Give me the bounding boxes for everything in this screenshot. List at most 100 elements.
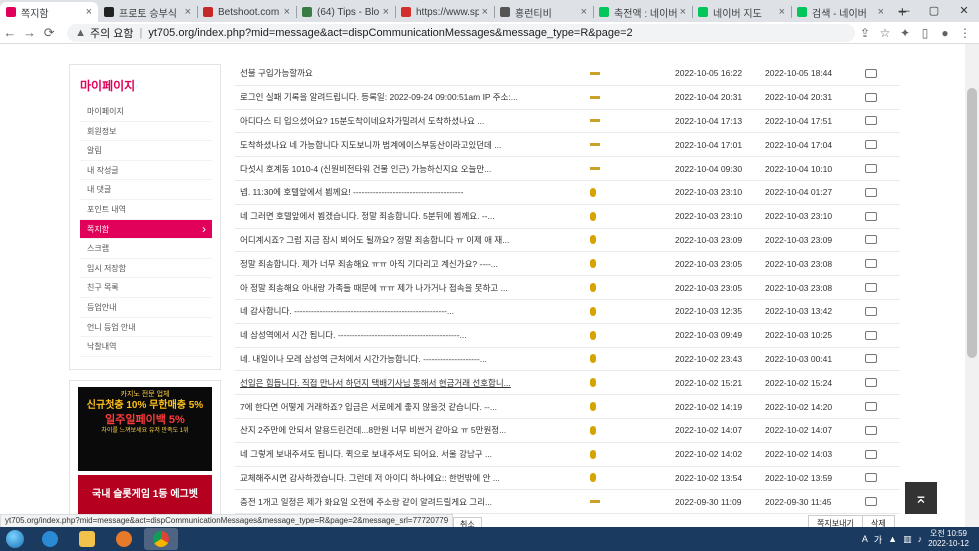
sender-cell[interactable] <box>590 95 675 99</box>
sender-cell[interactable] <box>590 283 675 293</box>
send-message-button[interactable]: 쪽지보내기 <box>808 515 863 527</box>
row-checkbox[interactable] <box>865 187 877 197</box>
close-tab-icon[interactable]: × <box>680 6 686 18</box>
extensions-icon[interactable]: ✦ <box>895 26 915 40</box>
row-checkbox[interactable] <box>865 425 877 435</box>
sidebar-item[interactable]: 알림 <box>80 141 212 161</box>
message-title-link[interactable]: 산지 2주만에 안되서 알용드린건데...8만원 너무 비싼거 같아요 ㅠ 5만… <box>235 424 590 436</box>
row-checkbox[interactable] <box>865 68 877 78</box>
back-icon[interactable]: ← <box>0 25 20 40</box>
bookmark-star-icon[interactable]: ☆ <box>875 26 895 40</box>
menu-icon[interactable]: ⋮ <box>955 26 975 40</box>
sender-cell[interactable] <box>590 211 675 221</box>
sidebar-item[interactable]: 스크랩 <box>80 239 212 259</box>
sender-cell[interactable] <box>590 378 675 388</box>
close-window-icon[interactable]: ✕ <box>949 0 979 22</box>
volume-icon[interactable]: ♪ <box>918 534 923 544</box>
message-title-link[interactable]: 교체해주시면 감사하겠습니다. 그런데 저 아이디 하나에요:: 한번밖에 안 … <box>235 472 590 484</box>
row-checkbox[interactable] <box>865 330 877 340</box>
sender-cell[interactable] <box>590 119 675 123</box>
sidebar-item[interactable]: 등업안내 <box>80 298 212 318</box>
browser-tab[interactable]: Betshoot.com × <box>197 2 296 22</box>
browser-tab[interactable]: (64) Tips - Blo × <box>296 2 395 22</box>
browser-tab[interactable]: 홍런티비 × <box>494 2 593 22</box>
message-title-link[interactable]: 넵. 11:30에 호텔앞에서 뵙께요! -------------------… <box>235 186 590 198</box>
network-icon[interactable]: ▥ <box>903 534 912 545</box>
row-checkbox[interactable] <box>865 497 877 507</box>
sender-cell[interactable] <box>590 259 675 269</box>
sender-cell[interactable] <box>590 167 675 171</box>
start-button[interactable] <box>0 527 30 551</box>
sender-cell[interactable] <box>590 473 675 483</box>
browser-tab[interactable]: 쪽지함 × <box>0 2 98 22</box>
sidebar-item[interactable]: 쪽지함 <box>80 219 212 240</box>
forward-icon[interactable]: → <box>20 25 40 40</box>
sidebar-item[interactable]: 낙찰내역 <box>80 337 212 357</box>
scrollbar[interactable] <box>965 44 979 527</box>
reload-icon[interactable]: ⟳ <box>39 25 59 41</box>
message-title-link[interactable]: 어디계시죠? 그럼 지금 잠시 뵈어도 될까요? 정말 죄송합니다 ㅠ 이제 애… <box>235 234 590 246</box>
taskbar-explorer[interactable] <box>70 528 104 550</box>
sender-cell[interactable] <box>590 143 675 147</box>
message-title-link[interactable]: 로그인 실패 기록을 알려드립니다. 등록일: 2022-09-24 09:00… <box>235 91 590 103</box>
taskbar-media[interactable] <box>107 528 141 550</box>
row-checkbox[interactable] <box>865 449 877 459</box>
close-tab-icon[interactable]: × <box>185 6 191 18</box>
sidebar-item[interactable]: 포인트 내역 <box>80 200 212 220</box>
row-checkbox[interactable] <box>865 306 877 316</box>
close-tab-icon[interactable]: × <box>284 6 290 18</box>
minimize-icon[interactable]: — <box>889 0 919 22</box>
message-title-link[interactable]: 네 감사합니다. -------------------------------… <box>235 305 590 317</box>
message-title-link[interactable]: 네 그러면 호텔앞에서 뵙겠습니다. 정말 죄송합니다. 5분뒤에 뵙께요. -… <box>235 210 590 222</box>
clock[interactable]: 오전 10:59 2022-10-12 <box>928 529 969 549</box>
maximize-icon[interactable]: ▢ <box>919 0 949 22</box>
message-title-link[interactable]: 다섯시 호계동 1010-4 (신원비전타워 건물 인근) 가능하신지요 오늘만… <box>235 163 590 175</box>
row-checkbox[interactable] <box>865 283 877 293</box>
close-tab-icon[interactable]: × <box>878 6 884 18</box>
address-bar[interactable]: ▲ 주의 요함 | yt705.org/index.php?mid=messag… <box>67 23 855 42</box>
sidebar-item[interactable]: 내 작성글 <box>80 161 212 181</box>
tray-arrow-icon[interactable]: ▲ <box>888 534 897 544</box>
sidebar-item[interactable]: 회원정보 <box>80 122 212 142</box>
row-checkbox[interactable] <box>865 259 877 269</box>
message-title-link[interactable]: 충전 1개고 일정은 제가 화요일 오전에 주소랑 같이 알려드릴게요 그리..… <box>235 496 590 508</box>
cancel-button[interactable]: 취소 <box>453 517 482 527</box>
sender-cell[interactable] <box>590 425 675 435</box>
sidebar-item[interactable]: 언니 등업 안내 <box>80 318 212 338</box>
delete-button[interactable]: 삭제 <box>862 515 895 527</box>
scroll-to-top-button[interactable]: ⌅ <box>905 482 937 514</box>
message-title-link[interactable]: 7에 한다면 어떻게 거래하죠? 입금은 서로에게 좋지 않을것 같습니다. -… <box>235 401 590 413</box>
message-title-link[interactable]: 아디다스 티 입으셨어요? 15분도착이네요차가밀려서 도착하셨나요 ... <box>235 115 590 127</box>
sidebar-item[interactable]: 내 댓글 <box>80 180 212 200</box>
browser-tab[interactable]: 네이버 지도 × <box>692 2 791 22</box>
message-title-link[interactable]: 정말 죄송합니다. 제가 너무 죄송해요 ㅠㅠ 아직 기다리고 계신가요? --… <box>235 258 590 270</box>
sender-cell[interactable] <box>590 235 675 245</box>
browser-tab[interactable]: 검색 - 네이버 × <box>791 2 890 22</box>
message-title-link[interactable]: 도착하셨나요 네 가능합니다 지도보니까 범계에이스부동산이라고있던데 ... <box>235 139 590 151</box>
taskbar-ie[interactable] <box>33 528 67 550</box>
row-checkbox[interactable] <box>865 473 877 483</box>
close-tab-icon[interactable]: × <box>86 6 92 18</box>
sender-cell[interactable] <box>590 402 675 412</box>
url-text[interactable]: yt705.org/index.php?mid=message&act=disp… <box>148 27 632 39</box>
sender-cell[interactable] <box>590 449 675 459</box>
browser-tab[interactable]: 프로토 승부식 × <box>98 2 197 22</box>
row-checkbox[interactable] <box>865 92 877 102</box>
sidebar-item[interactable]: 친구 목록 <box>80 278 212 298</box>
sender-cell[interactable] <box>590 306 675 316</box>
taskbar-chrome[interactable] <box>144 528 178 550</box>
row-checkbox[interactable] <box>865 140 877 150</box>
message-title-link[interactable]: 선입은 힘듭니다. 직접 만나서 하던지 택배기사님 통해서 현금거래 선호합니… <box>235 377 590 389</box>
sender-cell[interactable] <box>590 330 675 340</box>
row-checkbox[interactable] <box>865 402 877 412</box>
close-tab-icon[interactable]: × <box>581 6 587 18</box>
scrollbar-thumb[interactable] <box>967 88 977 358</box>
message-title-link[interactable]: 선불 구입가능할까요 <box>235 67 590 79</box>
message-title-link[interactable]: 네 삼성역에서 시간 됩니다. ------------------------… <box>235 329 590 341</box>
casino-ad-banner[interactable]: 카지노 전문 업체 신규첫충 10% 무한매충 5% 일주일페이백 5% 차이를… <box>78 387 212 471</box>
share-icon[interactable]: ⇪ <box>855 26 875 40</box>
row-checkbox[interactable] <box>865 116 877 126</box>
sidepanel-icon[interactable]: ▯ <box>915 26 935 40</box>
close-tab-icon[interactable]: × <box>779 6 785 18</box>
row-checkbox[interactable] <box>865 235 877 245</box>
